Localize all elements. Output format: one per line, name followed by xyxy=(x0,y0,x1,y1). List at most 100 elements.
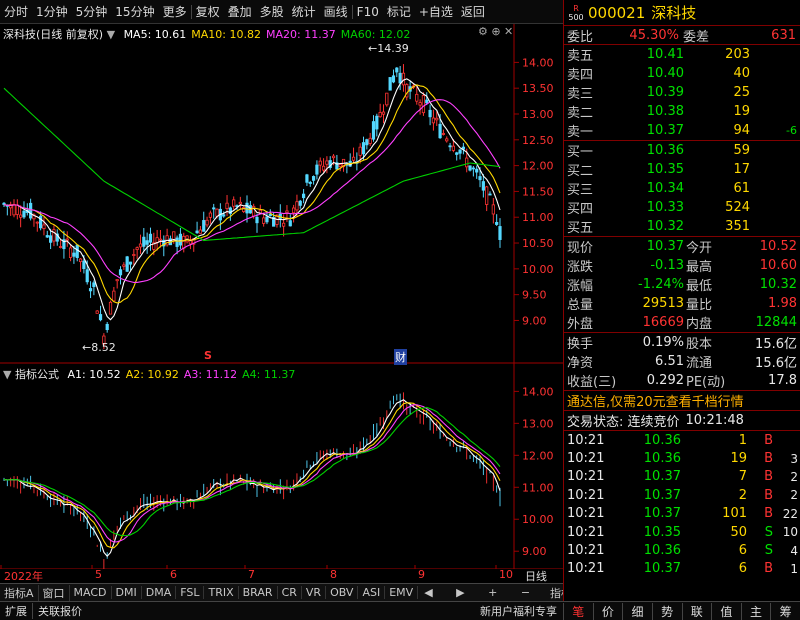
candle-body xyxy=(155,237,159,243)
indicator-tab-5[interactable]: FSL xyxy=(176,586,205,599)
y-tick-label: 13.00 xyxy=(522,417,554,430)
y-tick-label: 10.00 xyxy=(522,513,554,526)
candle-body xyxy=(205,219,209,226)
candle-body xyxy=(365,139,369,146)
ask-price[interactable]: 10.40 xyxy=(603,66,684,81)
ask-price[interactable]: 10.39 xyxy=(603,85,684,100)
indicator-tab-8[interactable]: CR xyxy=(278,586,302,599)
bid-row: 买五 10.32 351 xyxy=(564,217,800,236)
toolbar-item-6[interactable]: 叠加 xyxy=(224,3,256,20)
period-label-axis[interactable]: 日线 xyxy=(525,568,547,584)
x-axis-label: 10 xyxy=(499,568,513,581)
candle-body xyxy=(12,203,16,216)
candle-body xyxy=(208,212,212,218)
candle-body xyxy=(305,174,309,183)
indicator-dropdown-icon[interactable]: ▼ xyxy=(3,368,11,381)
indicator-tab-4[interactable]: DMA xyxy=(142,586,177,599)
tab-nav-icons[interactable]: ◀ ▶ + − xyxy=(418,586,546,599)
candle-body xyxy=(441,133,446,135)
indicator-tab-1[interactable]: 窗口 xyxy=(39,584,70,601)
candle-body xyxy=(431,117,436,124)
close-icon[interactable]: ✕ xyxy=(504,25,513,38)
signal-s-marker[interactable]: S xyxy=(204,349,212,362)
tick-volume: 101 xyxy=(722,506,747,522)
indicator-tab-9[interactable]: VR xyxy=(302,586,327,599)
ask-price[interactable]: 10.38 xyxy=(603,104,684,119)
toolbar-item-4[interactable]: 更多 xyxy=(159,3,191,20)
ask-volume: 94 xyxy=(733,123,750,138)
indicator-tab-7[interactable]: BRAR xyxy=(239,586,278,599)
indicator-tab-3[interactable]: DMI xyxy=(112,586,142,599)
ask-volume: 40 xyxy=(733,66,750,81)
candle-body xyxy=(351,156,356,161)
chart-area[interactable]: 9.00 9.50 10.00 10.50 11.00 11.50 12.00 12.50 13… xyxy=(0,24,563,569)
toolbar-item-13[interactable]: 返回 xyxy=(457,3,489,20)
dropdown-icon[interactable]: ▼ xyxy=(107,28,115,41)
candle-body xyxy=(132,254,136,256)
bid-price[interactable]: 10.32 xyxy=(603,219,684,234)
quote-stats: 现价 10.37 今开 10.52 涨跌 -0.13 最高 10.60 涨幅 -1.24% 最低 10… xyxy=(564,237,800,332)
candle-body xyxy=(238,201,242,205)
detail-tab-6[interactable]: 主 xyxy=(740,602,771,620)
toolbar-item-2[interactable]: 5分钟 xyxy=(72,3,112,20)
quote-panel: R 500 000021 深科技 委比 45.30% 委差 631 卖五 10.41… xyxy=(563,0,800,601)
candle-body xyxy=(82,260,86,269)
candle-body xyxy=(125,256,129,272)
indicator-tab-0[interactable]: 指标A xyxy=(0,584,39,601)
y-tick-label: 10.00 xyxy=(522,263,554,276)
stat-label: 涨跌 xyxy=(567,260,594,275)
toolbar-item-7[interactable]: 多股 xyxy=(256,3,288,20)
indicator-tab-10[interactable]: OBV xyxy=(326,586,359,599)
rank-badge: R 500 xyxy=(566,4,586,22)
candle-body xyxy=(448,145,452,148)
candle-body xyxy=(105,323,109,331)
toolbar-item-12[interactable]: +自选 xyxy=(415,3,457,20)
detail-tab-1[interactable]: 价 xyxy=(592,602,623,620)
stock-name: 深科技 xyxy=(651,4,697,22)
ask-price[interactable]: 10.41 xyxy=(603,47,684,62)
bid-price[interactable]: 10.34 xyxy=(603,181,684,196)
y-tick-label: 13.00 xyxy=(522,108,554,121)
indicator-tab-6[interactable]: TRIX xyxy=(204,586,239,599)
indicator-name[interactable]: 指标公式 xyxy=(15,368,59,381)
expand-button[interactable]: 扩展 xyxy=(0,603,32,619)
financial-report-marker[interactable]: 财 xyxy=(394,349,407,365)
indicator-tab-2[interactable]: MACD xyxy=(70,586,112,599)
toolbar-item-11[interactable]: 标记 xyxy=(383,3,415,20)
toolbar-item-9[interactable]: 画线 xyxy=(320,3,352,20)
toolbar-item-1[interactable]: 1分钟 xyxy=(32,3,72,20)
detail-tab-4[interactable]: 联 xyxy=(681,602,712,620)
indicator-tab-11[interactable]: ASI xyxy=(358,586,386,599)
promo-link[interactable]: 新用户福利专享 xyxy=(474,603,563,619)
detail-tab-7[interactable]: 筹 xyxy=(770,602,800,620)
toolbar-item-8[interactable]: 统计 xyxy=(288,3,320,20)
toolbar-item-0[interactable]: 分时 xyxy=(0,3,32,20)
detail-tab-2[interactable]: 细 xyxy=(622,602,652,620)
toolbar-item-10[interactable]: F10 xyxy=(353,5,383,19)
tick-row: 10:21 10.36 1 B xyxy=(564,431,800,449)
candle-body xyxy=(35,221,39,224)
ask-price[interactable]: 10.37 xyxy=(603,123,684,138)
candle-body xyxy=(298,200,302,206)
toolbar-item-5[interactable]: 复权 xyxy=(192,3,224,20)
toolbar-item-3[interactable]: 15分钟 xyxy=(111,3,158,20)
tick-time: 10:21 xyxy=(567,432,605,448)
bid-volume: 61 xyxy=(733,181,750,196)
chart-settings-icon[interactable]: ⚙ ⊕ xyxy=(478,25,501,38)
bid-price[interactable]: 10.35 xyxy=(603,162,684,177)
related-quote-button[interactable]: 关联报价 xyxy=(32,603,87,619)
bid-price[interactable]: 10.36 xyxy=(603,143,684,158)
detail-tab-5[interactable]: 值 xyxy=(711,602,741,620)
stat-row: 收益(三) 0.292 PE(动) 17.8 xyxy=(564,371,800,390)
tick-time: 10:21 xyxy=(567,469,605,485)
bid-price[interactable]: 10.33 xyxy=(603,200,684,215)
detail-tab-0[interactable]: 笔 xyxy=(563,602,593,620)
tick-row: 10:21 10.37 2 B 2 xyxy=(564,486,800,504)
tick-volume: 6 xyxy=(738,543,747,559)
weibi-label: 委比 xyxy=(567,29,594,45)
indicator-tab-12[interactable]: EMV xyxy=(385,586,419,599)
candle-body xyxy=(491,204,495,215)
level2-promo[interactable]: 通达信,仅需20元查看千档行情 xyxy=(564,391,800,410)
detail-tab-3[interactable]: 势 xyxy=(651,602,682,620)
stock-code: 000021 xyxy=(588,3,646,22)
